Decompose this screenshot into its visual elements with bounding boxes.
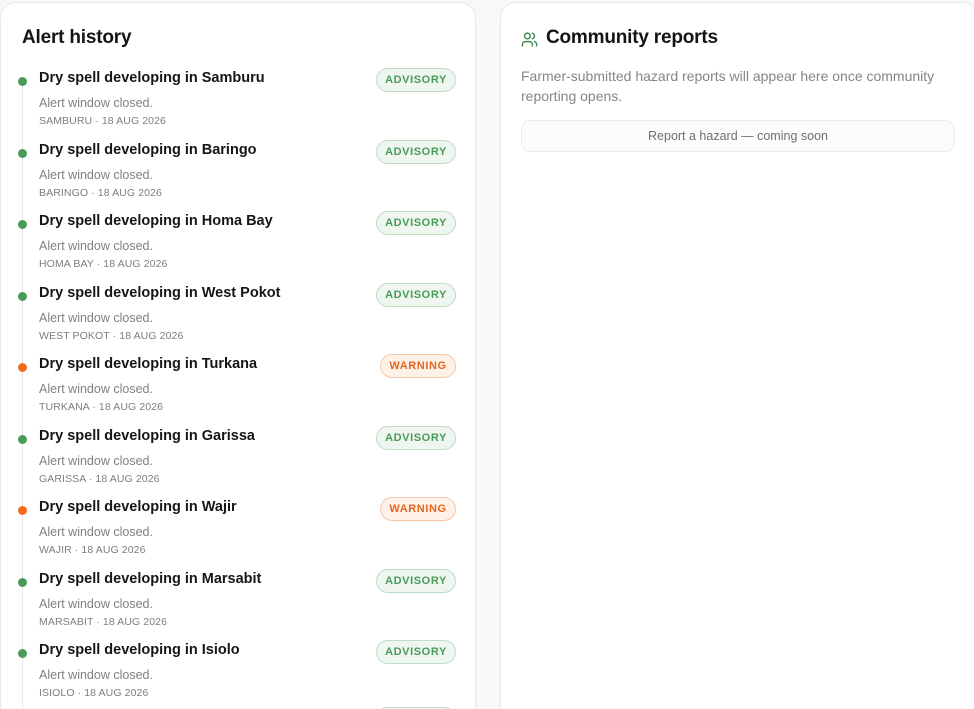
alert-title: Dry spell developing in Baringo	[39, 142, 257, 158]
alert-description: Alert window closed.	[39, 668, 153, 682]
alert-description: Alert window closed.	[39, 382, 153, 396]
community-reports-card: Community reports Farmer-submitted hazar…	[500, 2, 974, 709]
alert-item[interactable]: Dry spell developing in Baringo Alert wi…	[1, 140, 475, 212]
warning-dot-icon	[18, 363, 27, 372]
alert-meta: ISIOLO · 18 AUG 2026	[39, 687, 149, 699]
alert-item[interactable]: Dry spell developing in Marsabit Alert w…	[1, 569, 475, 641]
advisory-dot-icon	[18, 220, 27, 229]
advisory-dot-icon	[18, 149, 27, 158]
severity-badge: WARNING	[380, 497, 456, 521]
alert-title: Dry spell developing in Homa Bay	[39, 213, 273, 229]
alert-description: Alert window closed.	[39, 96, 153, 110]
advisory-dot-icon	[18, 649, 27, 658]
alert-item[interactable]: Dry spell developing in Samburu Alert wi…	[1, 68, 475, 140]
alert-meta: TURKANA · 18 AUG 2026	[39, 401, 164, 413]
alert-title: Dry spell developing in Isiolo	[39, 642, 240, 658]
severity-badge: ADVISORY	[376, 68, 456, 92]
alert-item[interactable]: Dry spell developing in Garissa Alert wi…	[1, 426, 475, 498]
alert-meta: HOMA BAY · 18 AUG 2026	[39, 258, 168, 270]
alert-title: Dry spell developing in Marsabit	[39, 571, 262, 587]
alert-meta: SAMBURU · 18 AUG 2026	[39, 115, 166, 127]
alert-item[interactable]: Dry spell developing in Isiolo Alert win…	[1, 640, 475, 709]
community-reports-title: Community reports	[546, 27, 718, 48]
users-icon	[521, 32, 538, 47]
severity-badge: ADVISORY	[376, 140, 456, 164]
alert-description: Alert window closed.	[39, 597, 153, 611]
alert-item[interactable]: Dry spell developing in Turkana Alert wi…	[1, 354, 475, 426]
alert-meta: BARINGO · 18 AUG 2026	[39, 187, 162, 199]
alert-item[interactable]: Dry spell developing in Homa Bay Alert w…	[1, 211, 475, 283]
advisory-dot-icon	[18, 292, 27, 301]
alert-title: Dry spell developing in Turkana	[39, 356, 258, 372]
advisory-dot-icon	[18, 578, 27, 587]
alert-description: Alert window closed.	[39, 454, 153, 468]
severity-badge: ADVISORY	[376, 426, 456, 450]
community-reports-description: Farmer-submitted hazard reports will app…	[521, 68, 935, 104]
alert-title: Dry spell developing in West Pokot	[39, 285, 281, 301]
report-hazard-button[interactable]: Report a hazard — coming soon	[521, 120, 955, 152]
alert-title: Dry spell developing in Wajir	[39, 499, 237, 515]
alert-description: Alert window closed.	[39, 311, 153, 325]
alert-history-title: Alert history	[22, 27, 132, 48]
alert-item[interactable]: Dry spell developing in West Pokot Alert…	[1, 283, 475, 355]
severity-badge: ADVISORY	[376, 569, 456, 593]
alert-item[interactable]: Dry spell developing in Wajir Alert wind…	[1, 497, 475, 569]
alert-history-card: Alert history Dry spell developing in Sa…	[0, 2, 476, 709]
alert-title: Dry spell developing in Samburu	[39, 70, 265, 86]
severity-badge: ADVISORY	[376, 283, 456, 307]
alert-description: Alert window closed.	[39, 168, 153, 182]
alert-meta: WAJIR · 18 AUG 2026	[39, 544, 146, 556]
alert-meta: WEST POKOT · 18 AUG 2026	[39, 330, 184, 342]
dashboard: Alert history Dry spell developing in Sa…	[0, 0, 974, 709]
severity-badge: ADVISORY	[376, 211, 456, 235]
warning-dot-icon	[18, 506, 27, 515]
severity-badge: WARNING	[380, 354, 456, 378]
alert-meta: GARISSA · 18 AUG 2026	[39, 473, 160, 485]
alert-title: Dry spell developing in Garissa	[39, 428, 255, 444]
severity-badge: ADVISORY	[376, 640, 456, 664]
alert-description: Alert window closed.	[39, 525, 153, 539]
alert-meta: MARSABIT · 18 AUG 2026	[39, 616, 168, 628]
advisory-dot-icon	[18, 435, 27, 444]
alert-description: Alert window closed.	[39, 239, 153, 253]
advisory-dot-icon	[18, 77, 27, 86]
